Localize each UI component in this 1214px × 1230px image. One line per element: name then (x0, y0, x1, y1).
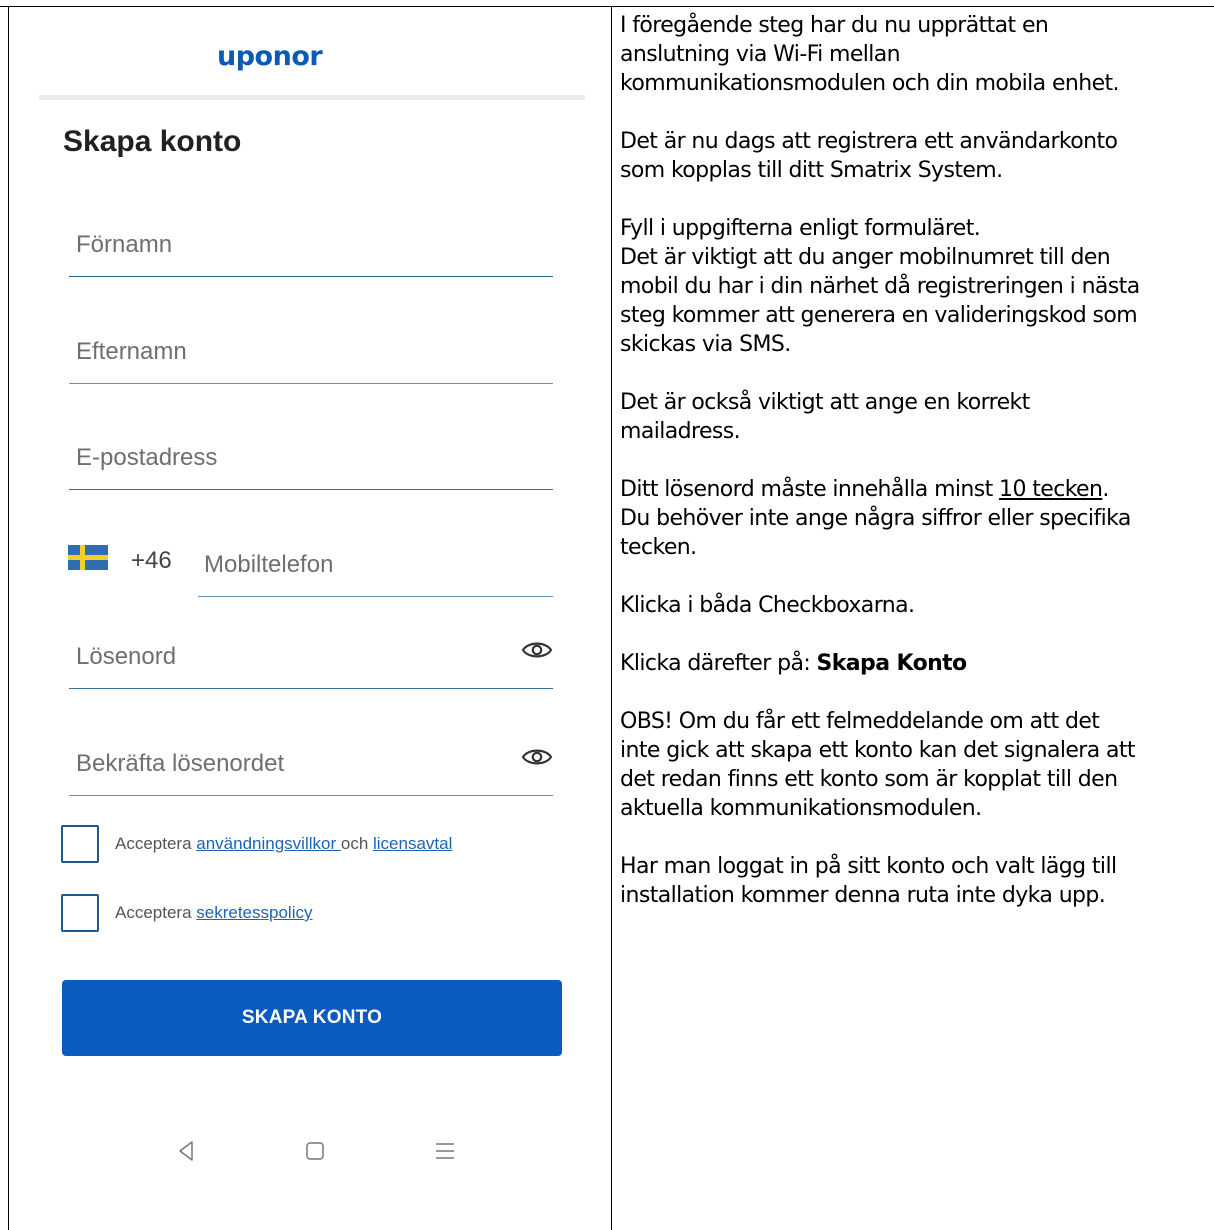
privacy-checkbox[interactable] (61, 894, 99, 932)
page-title: Skapa konto (63, 125, 242, 158)
eye-icon[interactable] (521, 639, 553, 661)
fill-line-4: steg kommer att generera en valideringsk… (620, 303, 1138, 328)
password-placeholder: Lösenord (76, 643, 177, 670)
uponor-logo: uponor (217, 41, 323, 72)
last-name-field[interactable]: Efternamn (69, 324, 553, 384)
mobile-phone-placeholder: Mobiltelefon (204, 551, 334, 578)
create-account-label: SKAPA KONTO (241, 1007, 383, 1028)
field-underline (69, 276, 553, 277)
country-code[interactable]: +46 (131, 547, 172, 575)
field-underline (69, 383, 553, 384)
click-target: Skapa Konto (816, 651, 968, 676)
instructions-text: I föregående steg har du nu upprättat en… (620, 11, 1210, 910)
terms-and: och (340, 834, 373, 853)
intro-line-2: anslutning via Wi-Fi mellan (620, 42, 901, 67)
password-line-1: Ditt lösenord måste innehålla minst 10 t… (620, 475, 1210, 504)
note-line-3: det redan finns ett konto som är kopplat… (620, 767, 1118, 792)
email-line-1: Det är också viktigt att ange en korrekt (620, 390, 1030, 415)
password-field[interactable]: Lösenord (69, 629, 553, 689)
fill-line-5: skickas via SMS. (620, 332, 791, 357)
password-line-2: Du behöver inte ange några siffror eller… (620, 506, 1131, 531)
last-name-placeholder: Efternamn (76, 338, 187, 365)
field-underline (198, 596, 553, 597)
note-line-2: inte gick att skapa ett konto kan det si… (620, 738, 1136, 763)
checkbox-instruction: Klicka i båda Checkboxarna. (620, 593, 915, 618)
terms-of-use-link[interactable]: användningsvillkor (196, 834, 341, 853)
email-field[interactable]: E-postadress (69, 430, 553, 490)
field-underline (69, 489, 553, 490)
first-name-placeholder: Förnamn (76, 231, 173, 258)
mobile-phone-field[interactable]: Mobiltelefon (198, 537, 553, 597)
confirm-password-placeholder: Bekräfta lösenordet (76, 750, 285, 777)
fill-line-3: mobil du har i din närhet då registrerin… (620, 274, 1140, 299)
password-rule-suffix: . (1102, 477, 1109, 502)
sweden-flag-icon[interactable] (68, 545, 108, 570)
field-underline (69, 688, 553, 689)
confirm-password-field[interactable]: Bekräfta lösenordet (69, 736, 553, 796)
home-icon[interactable] (305, 1140, 325, 1162)
login-line-1: Har man loggat in på sitt konto och valt… (620, 854, 1117, 879)
terms-prefix: Acceptera (115, 834, 197, 853)
license-agreement-link[interactable]: licensavtal (373, 834, 452, 853)
create-account-button[interactable]: SKAPA KONTO (62, 980, 562, 1056)
terms-label: Acceptera användningsvillkor och licensa… (115, 834, 452, 854)
menu-icon[interactable] (435, 1140, 455, 1162)
first-name-field[interactable]: Förnamn (69, 217, 553, 277)
password-line-3: tecken. (620, 535, 697, 560)
back-icon[interactable] (176, 1140, 196, 1162)
privacy-policy-link[interactable]: sekretesspolicy (196, 903, 312, 922)
click-instruction: Klicka därefter på: Skapa Konto (620, 649, 1210, 678)
privacy-label: Acceptera sekretesspolicy (115, 903, 312, 923)
privacy-prefix: Acceptera (115, 903, 197, 922)
login-line-2: installation kommer denna ruta inte dyka… (620, 883, 1106, 908)
intro-line-1: I föregående steg har du nu upprättat en (620, 13, 1049, 38)
fill-line-1: Fyll i uppgifterna enligt formuläret. (620, 216, 981, 241)
header-divider (39, 95, 585, 100)
password-rule-length: 10 tecken (999, 477, 1103, 502)
table-border-middle (611, 6, 612, 1230)
field-underline (69, 795, 553, 796)
email-line-2: mailadress. (620, 419, 741, 444)
email-placeholder: E-postadress (76, 444, 218, 471)
intro-line-3: kommunikationsmodulen och din mobila enh… (620, 71, 1120, 96)
terms-checkbox[interactable] (61, 825, 99, 863)
click-prefix: Klicka därefter på: (620, 651, 817, 676)
note-line-1: OBS! Om du får ett felmeddelande om att … (620, 709, 1100, 734)
register-line-2: som kopplas till ditt Smatrix System. (620, 158, 1003, 183)
phone-screen: uponor Skapa konto Förnamn Efternamn E-p… (9, 7, 611, 1230)
password-rule-prefix: Ditt lösenord måste innehålla minst (620, 477, 1000, 502)
eye-icon[interactable] (521, 746, 553, 768)
privacy-row: Acceptera sekretesspolicy (61, 894, 581, 932)
fill-line-2: Det är viktigt att du anger mobilnumret … (620, 245, 1111, 270)
note-line-4: aktuella kommunikationsmodulen. (620, 796, 982, 821)
register-line-1: Det är nu dags att registrera ett använd… (620, 129, 1118, 154)
terms-row: Acceptera användningsvillkor och licensa… (61, 825, 581, 863)
